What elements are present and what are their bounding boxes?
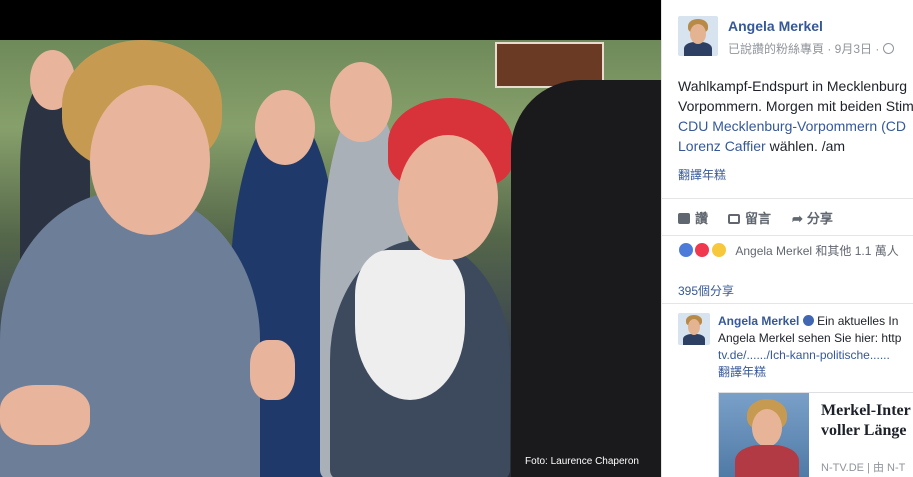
- crowd-face: [255, 90, 315, 165]
- hand: [0, 385, 90, 445]
- like-button[interactable]: 讚: [678, 208, 708, 227]
- post-author-name[interactable]: Angela Merkel: [728, 18, 823, 34]
- post-actions: 讚 留言 ➦ 分享: [662, 198, 913, 236]
- photo-credit: Foto: Laurence Chaperon: [525, 456, 639, 467]
- link-preview-thumbnail: [719, 393, 809, 477]
- like-reaction-icon: [678, 242, 694, 258]
- post-text: Wahlkampf-Endspurt in Mecklenburg Vorpom…: [678, 76, 913, 185]
- comment-translate-link[interactable]: 翻譯年糕: [718, 364, 913, 381]
- thumb-body: [735, 445, 799, 477]
- foreground-shadow: [511, 80, 661, 477]
- thumb-face: [752, 409, 782, 447]
- share-label: 分享: [806, 211, 833, 226]
- avatar-body: [683, 334, 705, 345]
- verified-badge-icon: [802, 315, 814, 326]
- globe-icon: [882, 43, 894, 54]
- avatar-head: [688, 319, 700, 335]
- comment-text-line: Angela Merkel sehen Sie hier: http: [718, 331, 902, 345]
- face-left: [90, 85, 210, 235]
- translate-link[interactable]: 翻譯年糕: [678, 165, 913, 185]
- divider: [662, 303, 913, 304]
- link-preview-card[interactable]: Merkel-Inter voller Länge N-TV.DE | 由 N-…: [718, 392, 913, 477]
- comment-avatar[interactable]: [678, 313, 710, 345]
- link-preview-source: N-TV.DE | 由 N-T: [821, 462, 906, 474]
- comment-button[interactable]: 留言: [728, 208, 771, 227]
- haha-reaction-icon: [710, 242, 727, 258]
- thumbs-up-icon: [678, 213, 690, 224]
- avatar-head: [690, 24, 706, 44]
- post-text-line: Wahlkampf-Endspurt in Mecklenburg: [678, 78, 908, 94]
- face-center: [398, 135, 498, 260]
- link-preview-title: Merkel-Inter voller Länge: [821, 401, 911, 441]
- love-reaction-icon: [694, 242, 711, 258]
- scarf: [355, 250, 465, 400]
- post-meta: 已說讚的粉絲專頁 · 9月3日 ·: [728, 40, 894, 57]
- share-button[interactable]: ➦ 分享: [792, 208, 833, 227]
- comment-icon: [728, 214, 740, 224]
- link-preview-title-line: voller Länge: [821, 422, 907, 439]
- post-meta-text: 已說讚的粉絲專頁 · 9月3日 ·: [728, 42, 880, 56]
- photo-viewer: Foto: Laurence Chaperon: [0, 0, 661, 477]
- avatar-body: [684, 42, 712, 56]
- reactions-summary[interactable]: Angela Merkel 和其他 1.1 萬人: [678, 242, 899, 259]
- post-photo[interactable]: [0, 40, 661, 477]
- comment: Angela Merkel Ein aktuelles In Angela Me…: [718, 313, 913, 381]
- post-link-cdu[interactable]: CDU Mecklenburg-Vorpommern (CD: [678, 116, 913, 136]
- like-label: 讚: [695, 211, 709, 226]
- comment-author[interactable]: Angela Merkel: [718, 314, 799, 328]
- share-arrow-icon: ➦: [792, 211, 803, 226]
- hand: [250, 340, 295, 400]
- post-sidebar: Angela Merkel 已說讚的粉絲專頁 · 9月3日 · Wahlkamp…: [661, 0, 913, 477]
- comment-text: Ein aktuelles In: [817, 314, 899, 328]
- shares-count[interactable]: 395個分享: [678, 282, 734, 299]
- crowd-face: [330, 62, 392, 142]
- post-text-tail: wählen. /am: [765, 138, 846, 154]
- post-link-caffier[interactable]: Lorenz Caffier: [678, 138, 766, 154]
- comment-label: 留言: [745, 211, 772, 226]
- reactions-text: Angela Merkel 和其他 1.1 萬人: [735, 244, 899, 258]
- author-avatar[interactable]: [678, 16, 718, 56]
- link-preview-title-line: Merkel-Inter: [821, 402, 911, 419]
- post-text-line: Vorpommern. Morgen mit beiden Stim: [678, 98, 913, 114]
- comment-link[interactable]: tv.de/....../Ich-kann-politische......: [718, 347, 913, 364]
